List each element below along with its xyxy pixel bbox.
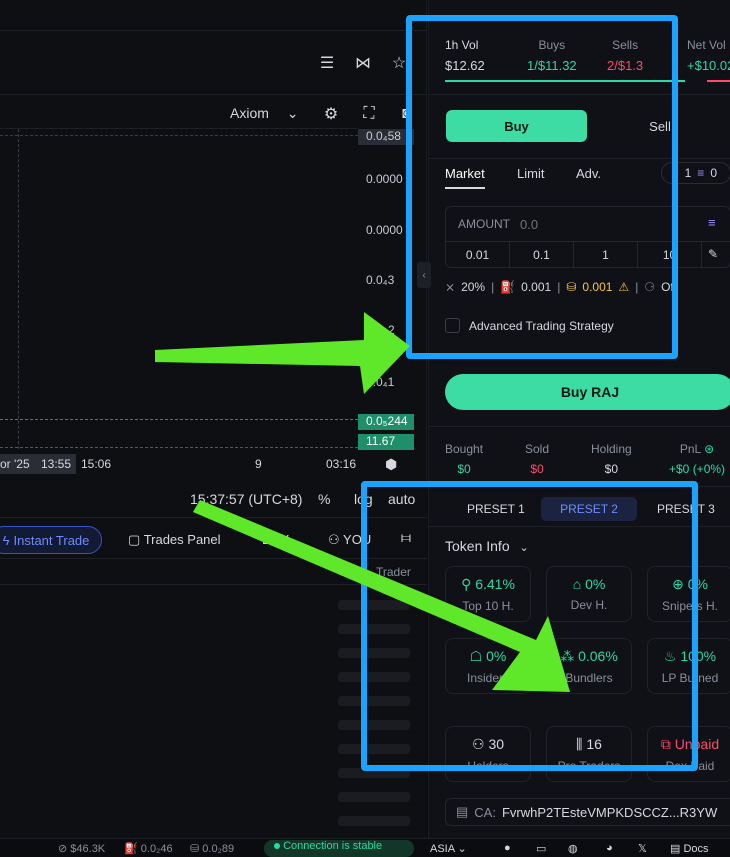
annotation-arrows [155, 312, 570, 692]
annotation-arrow-down-right [193, 500, 570, 692]
annotation-arrow-right [155, 312, 410, 394]
